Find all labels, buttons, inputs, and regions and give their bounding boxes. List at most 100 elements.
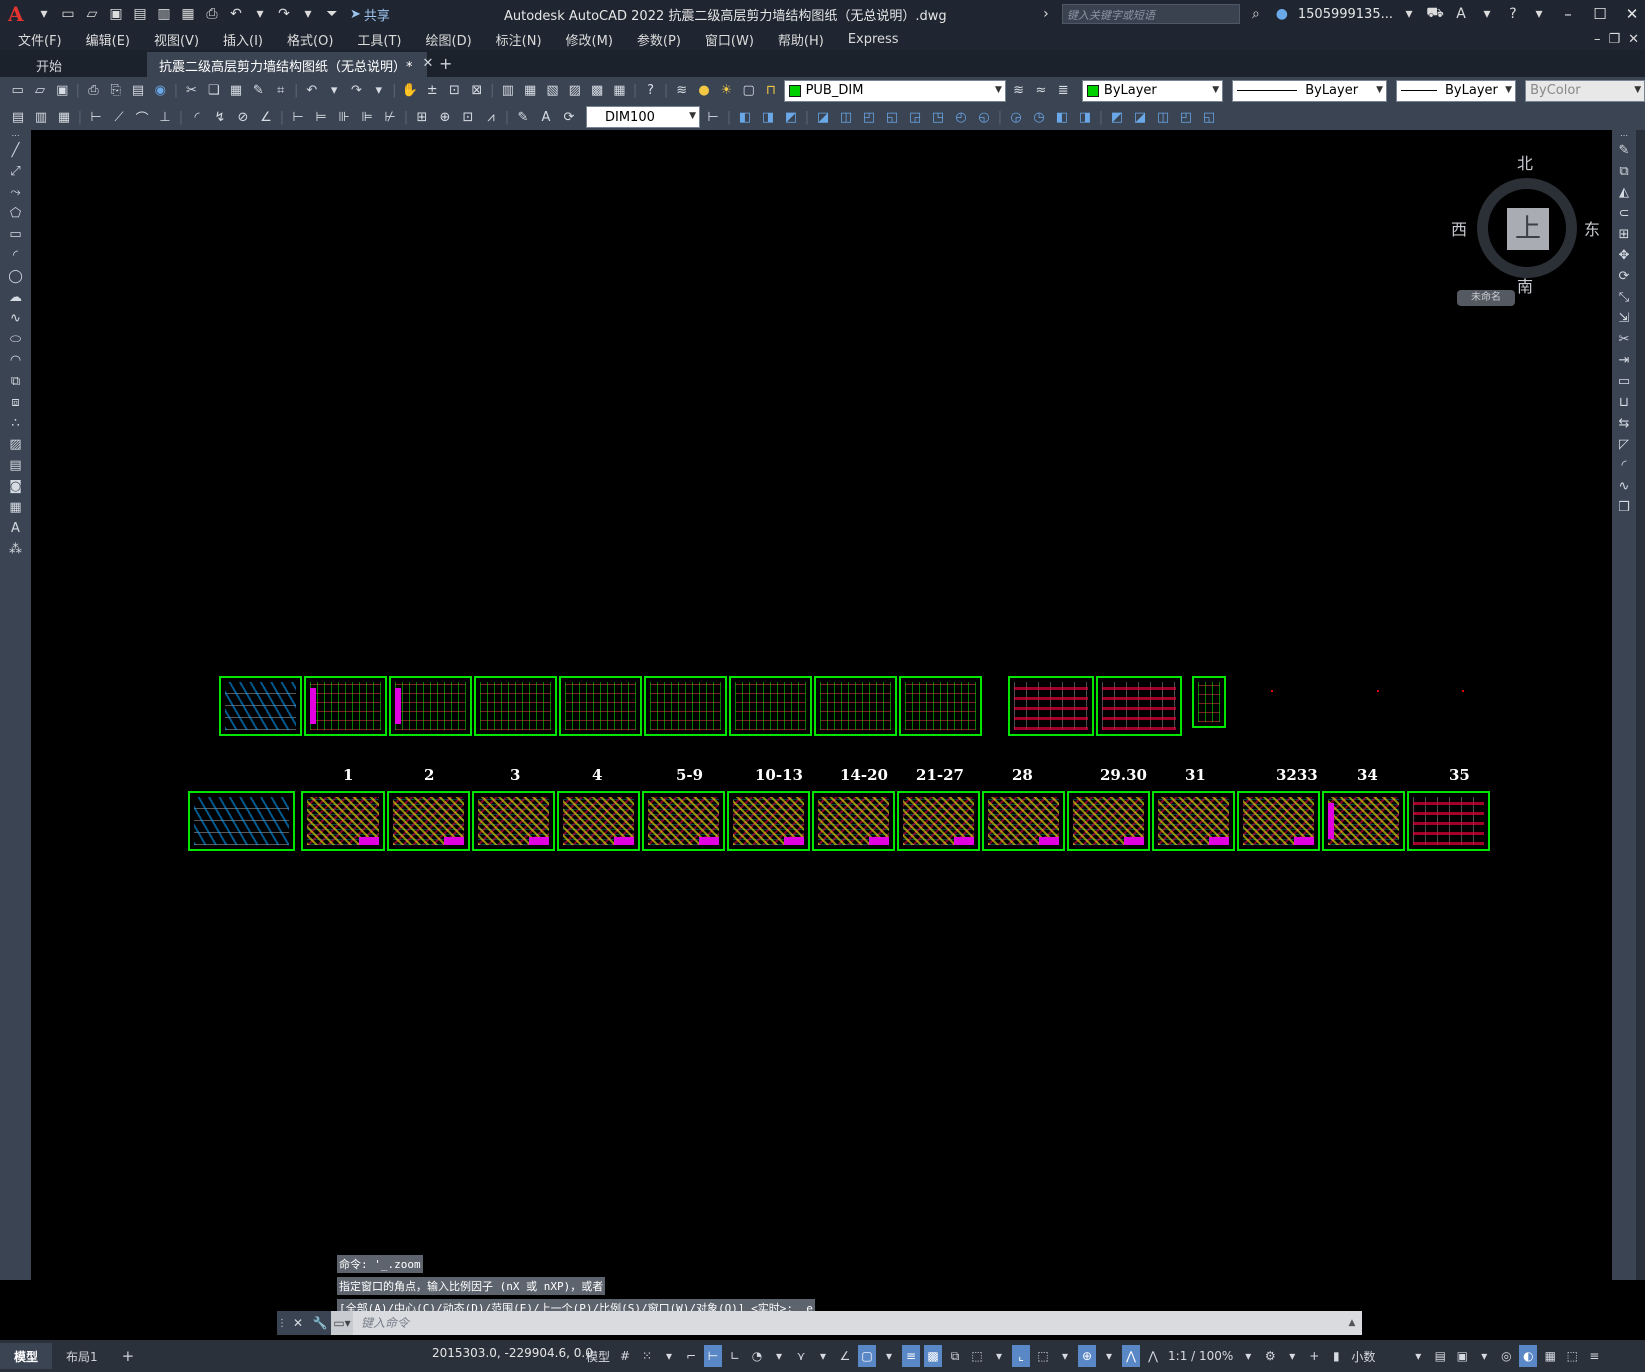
point-icon[interactable]: ∴ [0,413,31,434]
user-icon[interactable]: ● [1272,4,1292,24]
undo-icon[interactable]: ↶ [302,81,321,101]
angular-dimension-icon[interactable]: ∠ [256,107,276,127]
annotation-monitor-icon[interactable]: + [1305,1345,1323,1367]
object-snap-dropdown-icon[interactable]: ▾ [880,1345,898,1367]
new-file-icon[interactable]: ▭ [58,4,78,24]
dimstyle-dropdown[interactable]: DIM100 ▼ [586,106,700,128]
lock-ui-dropdown-icon[interactable]: ▾ [1475,1345,1493,1367]
help-dropdown-icon[interactable]: ▾ [1529,4,1549,24]
tab-layout1[interactable]: 布局1 [52,1343,112,1369]
redo-icon[interactable]: ↷ [274,4,294,24]
tab-drawing[interactable]: 抗震二级高层剪力墙结构图纸（无总说明）* ✕ [147,52,433,77]
lock-ui-icon[interactable]: ▣ [1453,1345,1471,1367]
markup-icon[interactable]: ▩ [587,81,606,101]
isolate-objects-icon[interactable]: ◎ [1497,1345,1515,1367]
break-icon[interactable]: ⊔ [1612,392,1636,413]
rectangle-icon[interactable]: ▭ [0,224,31,245]
layer-viewport-icon[interactable]: ▢ [739,81,758,101]
selection-filter-dropdown-icon[interactable]: ▾ [1056,1345,1074,1367]
save-as-icon[interactable]: ▤ [130,4,150,24]
make-block-icon[interactable]: ⧈ [0,392,31,413]
drawing-sheet[interactable] [729,676,812,736]
copy-object-icon[interactable]: ⧉ [1612,161,1636,182]
selection-filter-icon[interactable]: ⬚ [1034,1345,1052,1367]
doc-restore-icon[interactable]: ❐ [1608,32,1620,47]
menu-file[interactable]: 文件(F) [18,30,62,49]
line-icon[interactable]: ╱ [0,140,31,161]
drawing-sheet[interactable] [1008,676,1094,736]
web-save-icon[interactable]: ▥ [154,4,174,24]
drawing-sheet[interactable] [814,676,897,736]
baseline-dimension-icon[interactable]: ⊨ [311,107,331,127]
layer-thaw-sun-icon[interactable]: ☀ [717,81,736,101]
dimension-break-icon[interactable]: ⊬ [380,107,400,127]
stretch-icon[interactable]: ⇲ [1612,308,1636,329]
publish-icon[interactable]: ▤ [128,81,147,101]
3d-object-snap-icon[interactable]: ⬚ [968,1345,986,1367]
calculator-icon[interactable]: ▦ [610,81,629,101]
scale-icon[interactable]: ⤡ [1612,287,1636,308]
dimension-edit-icon[interactable]: ✎ [513,107,533,127]
fillet-icon[interactable]: ◜ [1612,455,1636,476]
menu-dimension[interactable]: 标注(N) [496,30,542,49]
redo-dropdown-icon[interactable]: ▾ [298,4,318,24]
layer-states-icon[interactable]: ≣ [1054,81,1073,101]
snap-mode-icon[interactable]: ⁙ [638,1345,656,1367]
make-current-layer-icon[interactable]: ≋ [1009,81,1028,101]
recent-commands-icon[interactable]: ▭▾ [331,1311,353,1335]
array-icon[interactable]: ⊞ [1612,224,1636,245]
add-layout-button[interactable]: + [112,1347,145,1365]
drawing-sheet[interactable] [1237,791,1320,851]
extrude-faces-icon[interactable]: ◪ [813,107,833,127]
offset-faces-icon[interactable]: ◰ [859,107,879,127]
paste-icon[interactable]: ▦ [226,81,245,101]
sheet-set-icon[interactable]: ▨ [565,81,584,101]
compass-east[interactable]: 东 [1584,216,1600,240]
new-tab-button[interactable]: + [427,54,464,77]
separate-icon[interactable]: ◧ [1052,107,1072,127]
pan-icon[interactable]: ✋ [400,81,419,101]
polygon-icon[interactable]: ⬠ [0,203,31,224]
transparency-icon[interactable]: ▩ [924,1345,943,1367]
copy-faces-icon[interactable]: ◴ [951,107,971,127]
drawing-sheet[interactable] [557,791,640,851]
inspection-icon[interactable]: ⊡ [458,107,478,127]
layer-properties-icon[interactable]: ≋ [672,81,691,101]
color-faces-icon[interactable]: ◵ [974,107,994,127]
annotation-scale-dropdown-icon[interactable]: ▾ [1239,1345,1257,1367]
zoom-window-icon[interactable]: ⊡ [445,81,464,101]
redo-icon[interactable]: ↷ [347,81,366,101]
workspace-gear-icon[interactable]: ⚙ [1261,1345,1279,1367]
menu-tools[interactable]: 工具(T) [357,30,401,49]
dimension-style-icon[interactable]: ⊢ [703,107,723,127]
chamfer-icon[interactable]: ◸ [1612,434,1636,455]
plot-icon[interactable]: ⎙ [84,81,103,101]
model-space-toggle[interactable]: 模型 [584,1345,612,1367]
table-icon[interactable]: ▦ [0,497,31,518]
properties-icon[interactable]: ▥ [498,81,517,101]
annotation-visibility-icon[interactable]: ⋀ [1122,1345,1141,1367]
units-icon[interactable]: ▮ [1327,1345,1345,1367]
command-input[interactable]: 键入命令 [353,1311,1342,1335]
subtract-icon[interactable]: ◨ [758,107,778,127]
lineweight-icon[interactable]: ≡ [902,1345,921,1367]
maximize-icon[interactable]: ☐ [1587,0,1613,28]
fullscreen-icon[interactable]: ⬚ [1563,1345,1581,1367]
copy-icon[interactable]: ❏ [204,81,223,101]
drawing-sheet[interactable] [1322,791,1405,851]
doc-close-icon[interactable]: ✕ [1628,32,1639,47]
drawing-sheet[interactable] [1407,791,1490,851]
menu-express[interactable]: Express [848,32,899,47]
imprint-icon[interactable]: ◶ [1006,107,1026,127]
dimension-text-edit-icon[interactable]: A [536,107,556,127]
zoom-previous-icon[interactable]: ⊠ [467,81,486,101]
doc-minimize-icon[interactable]: – [1594,32,1601,47]
multiline-text-icon[interactable]: A [0,518,31,539]
dynamic-ucs-icon[interactable]: ⌞ [1012,1345,1031,1367]
polar-tracking-icon[interactable]: ◔ [748,1345,766,1367]
erase-icon[interactable]: ✎ [1612,140,1636,161]
menu-window[interactable]: 窗口(W) [705,30,754,49]
construction-line-icon[interactable]: ⤢ [0,161,31,182]
design-center-icon[interactable]: ▦ [521,81,540,101]
layer-previous-icon[interactable]: ≈ [1031,81,1050,101]
